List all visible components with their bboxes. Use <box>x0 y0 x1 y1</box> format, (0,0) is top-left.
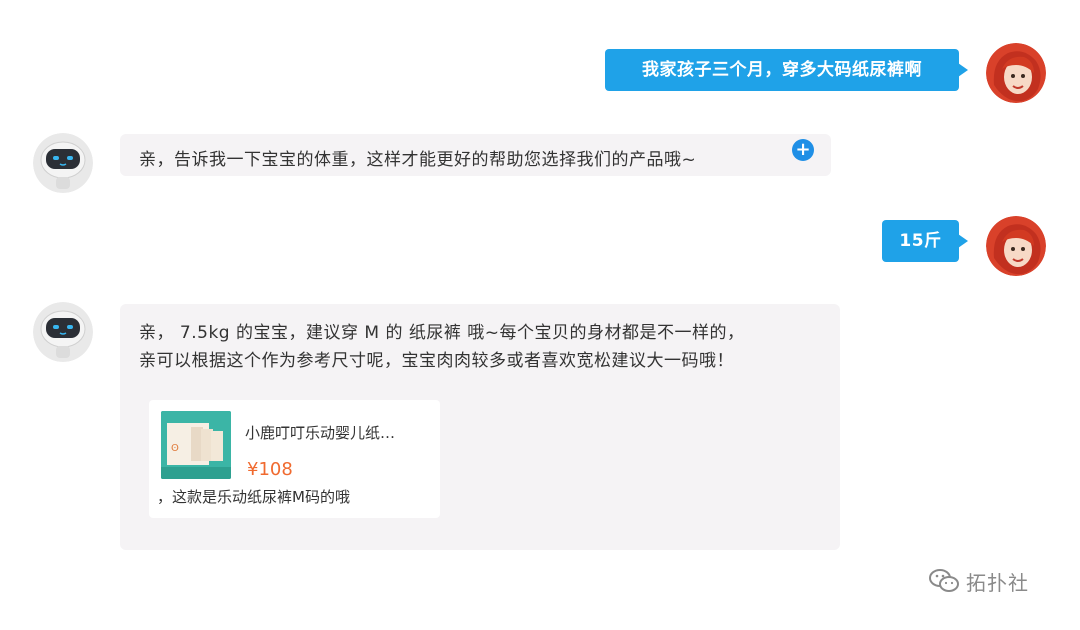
user-message-text: 我家孩子三个月，穿多大码纸尿裤啊 <box>642 59 922 80</box>
bot-message-line: 亲可以根据这个作为参考尺寸呢，宝宝肉肉较多或者喜欢宽松建议大一码哦！ <box>139 351 734 371</box>
watermark-text: 拓扑社 <box>966 570 1029 595</box>
user-avatar[interactable] <box>986 43 1046 103</box>
user-message-bubble: 15斤 <box>882 220 968 262</box>
bot-message-line: 亲， 7.5kg 的宝宝，建议穿 M 的 纸尿裤 哦~每个宝贝的身材都是不一样的… <box>139 323 745 343</box>
user-message-bubble: 我家孩子三个月，穿多大码纸尿裤啊 <box>605 49 968 91</box>
watermark: 拓扑社 <box>928 566 1029 596</box>
bot-message-text: 亲，告诉我一下宝宝的体重，这样才能更好的帮助您选择我们的产品哦~ <box>139 150 697 170</box>
product-title[interactable]: 小鹿叮叮乐动婴儿纸… <box>245 422 395 443</box>
product-note: ，这款是乐动纸尿裤M码的哦 <box>157 488 350 506</box>
wechat-icon <box>929 569 959 592</box>
product-price: ¥108 <box>247 459 293 480</box>
plus-icon: + <box>795 139 811 160</box>
svg-text:ʘ: ʘ <box>171 443 179 454</box>
user-avatar[interactable] <box>986 216 1046 276</box>
bot-message-bubble: 亲，告诉我一下宝宝的体重，这样才能更好的帮助您选择我们的产品哦~ <box>120 134 831 176</box>
add-button[interactable]: + <box>792 139 814 161</box>
bot-avatar[interactable] <box>33 133 93 193</box>
user-message-text: 15斤 <box>899 230 942 251</box>
product-card[interactable]: ʘ 小鹿叮叮乐动婴儿纸… ¥108 ，这款是乐动纸尿裤M码的哦 <box>149 400 440 518</box>
product-image[interactable]: ʘ <box>161 411 231 479</box>
bot-avatar[interactable] <box>33 302 93 362</box>
